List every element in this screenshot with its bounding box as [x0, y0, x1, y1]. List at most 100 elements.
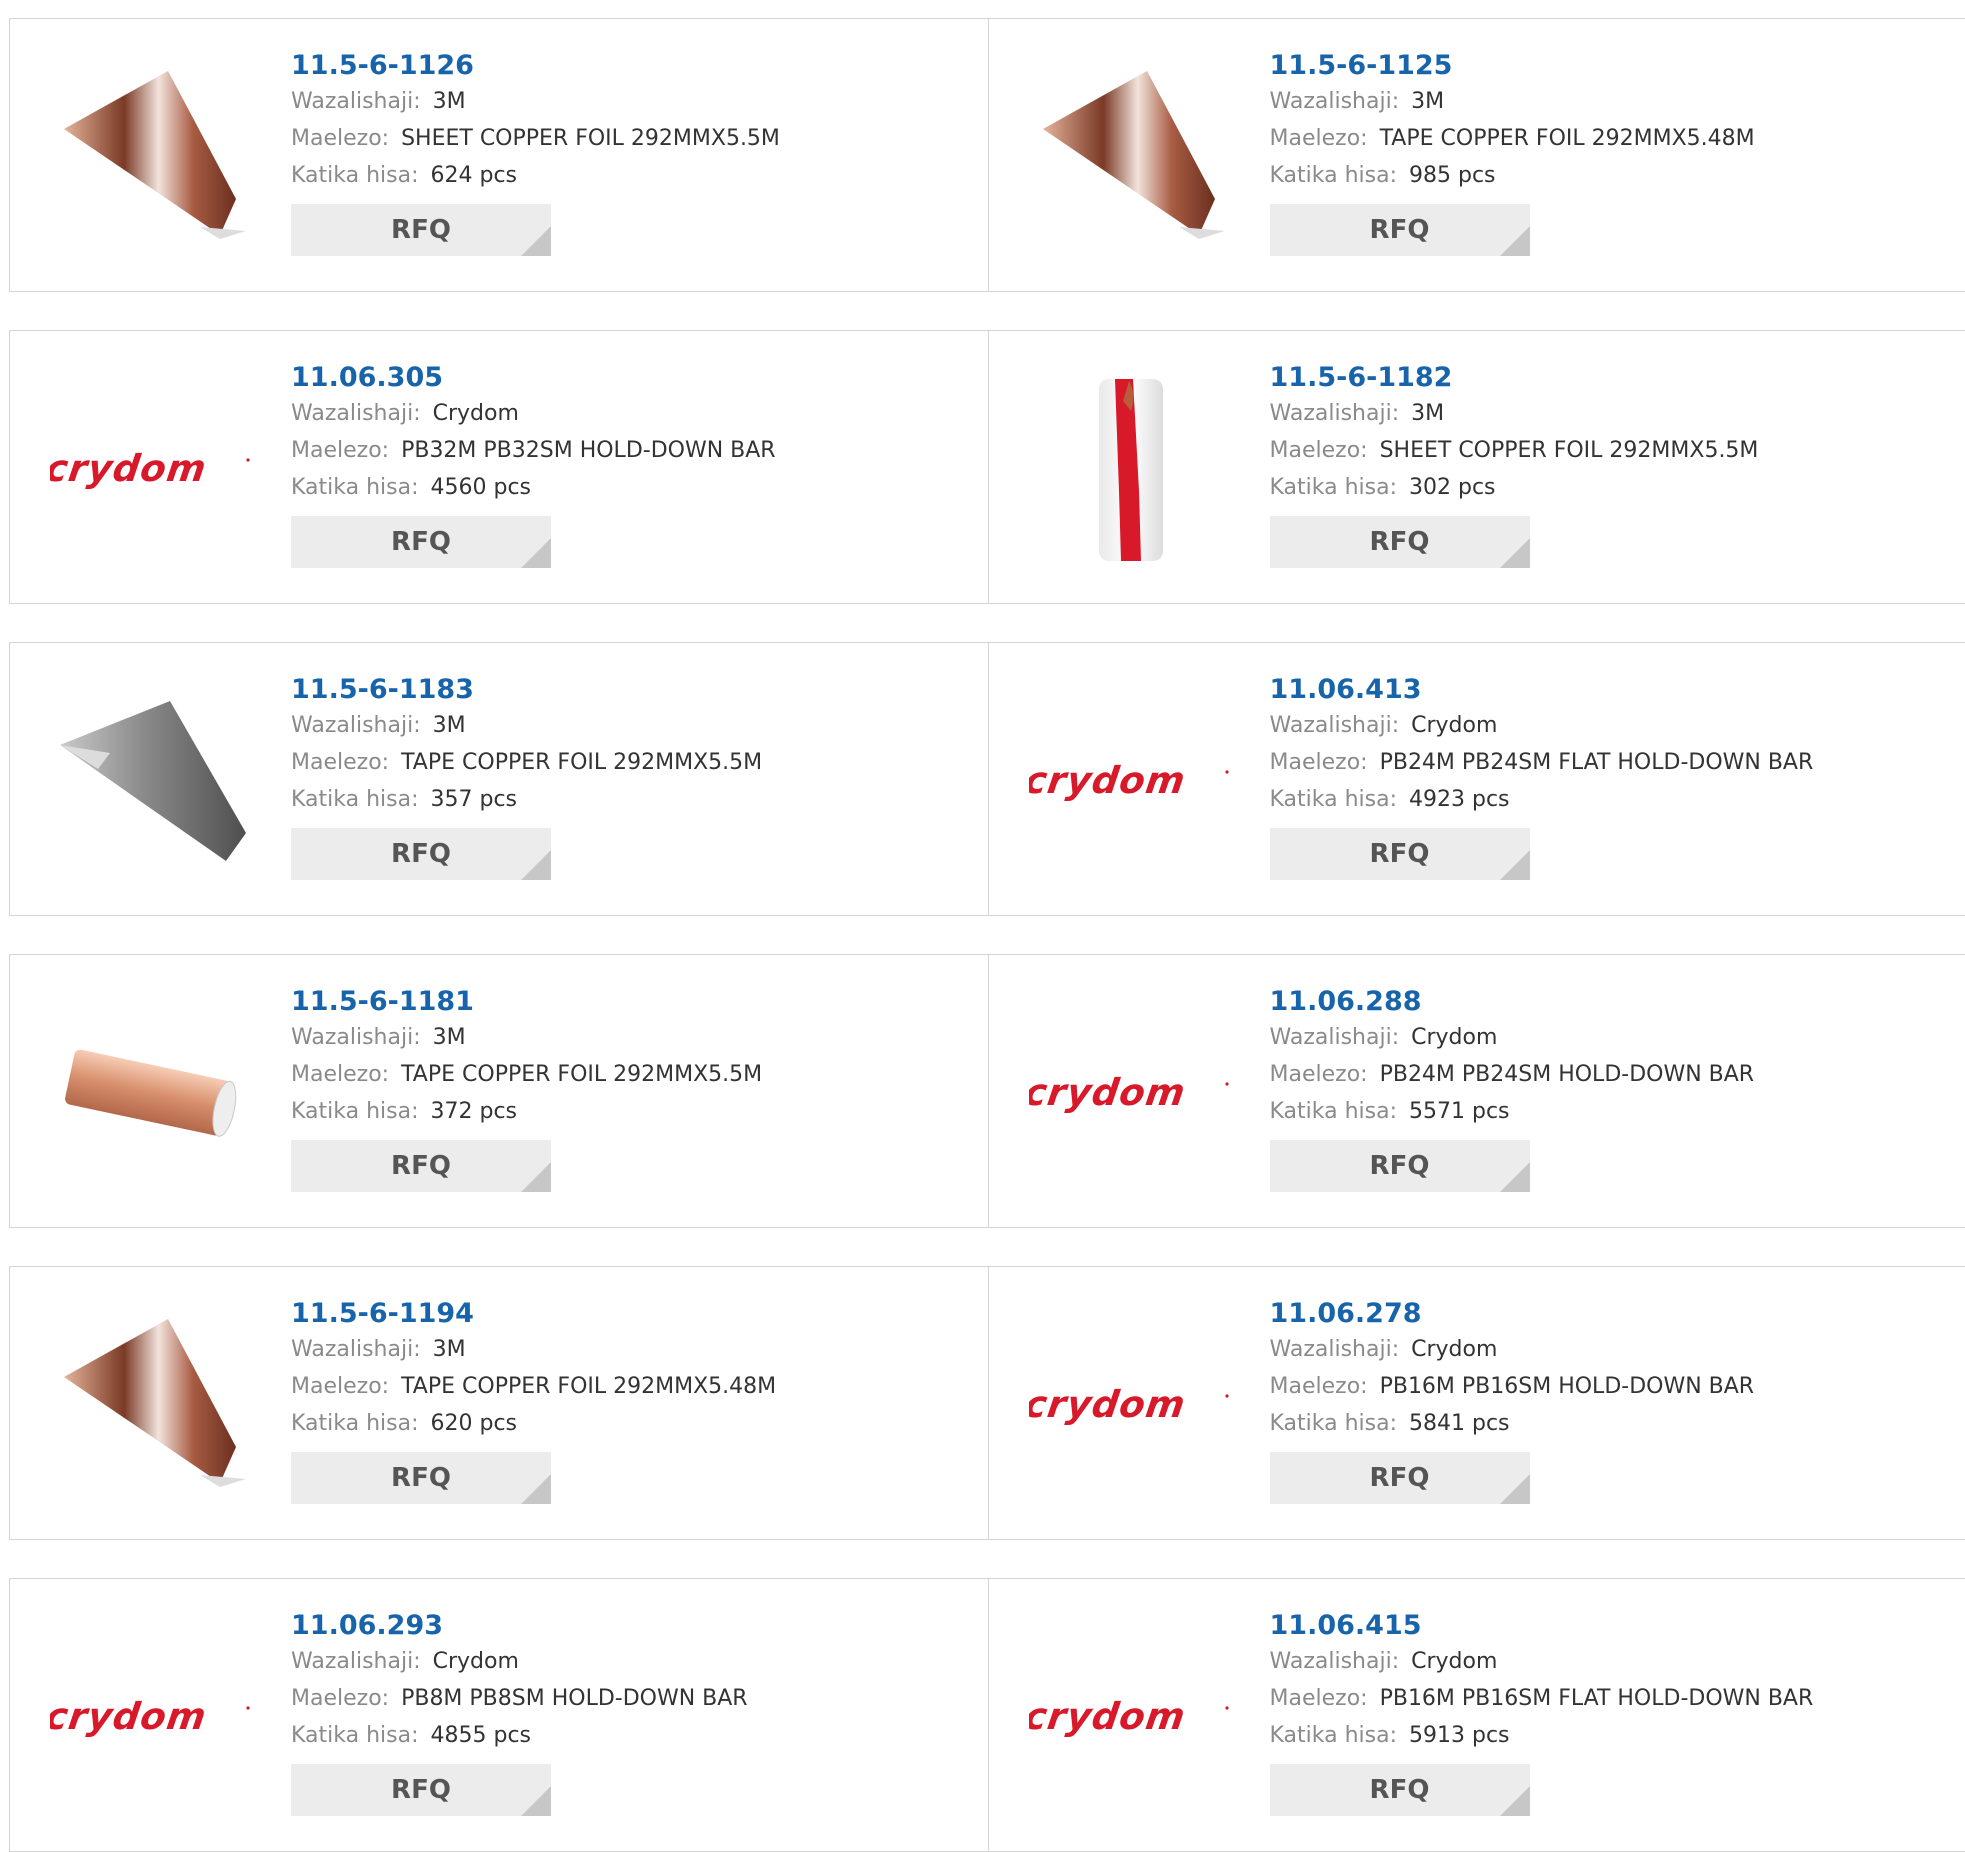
description-label: Maelezo:	[291, 750, 389, 775]
part-number-link[interactable]: 11.5-6-1126	[291, 49, 780, 83]
silver-foil-roll-image[interactable]	[50, 683, 250, 879]
manufacturer-label: Wazalishaji:	[1270, 1649, 1400, 1674]
corner-triangle-icon	[1500, 226, 1530, 256]
stock-label: Katika hisa:	[291, 1099, 419, 1124]
product-info: 11.06.415 Wazalishaji:Crydom Maelezo:PB1…	[1270, 1609, 1814, 1816]
part-number-link[interactable]: 11.5-6-1182	[1270, 361, 1759, 395]
rfq-button[interactable]: RFQ	[1270, 1764, 1530, 1816]
product-grid: 11.5-6-1126 Wazalishaji:3M Maelezo:SHEET…	[0, 0, 1965, 1840]
rfq-label: RFQ	[1370, 1151, 1430, 1181]
rfq-label: RFQ	[1370, 1775, 1430, 1805]
part-number-link[interactable]: 11.5-6-1181	[291, 985, 762, 1019]
stock-label: Katika hisa:	[1270, 475, 1398, 500]
red-white-roll-image[interactable]	[1029, 371, 1229, 567]
corner-triangle-icon	[521, 1786, 551, 1816]
description-row: Maelezo:TAPE COPPER FOIL 292MMX5.48M	[291, 1368, 776, 1405]
product-info: 11.5-6-1125 Wazalishaji:3M Maelezo:TAPE …	[1270, 49, 1755, 256]
copper-foil-roll-image[interactable]	[50, 59, 250, 255]
stock-value: 620 pcs	[431, 1411, 518, 1436]
crydom-logo[interactable]: crydom	[1029, 1307, 1229, 1503]
crydom-logo[interactable]: crydom	[50, 1619, 250, 1815]
product-row: 11.5-6-1183 Wazalishaji: 3M Maelezo:TAPE …	[9, 642, 1965, 916]
manufacturer-row: Wazalishaji:Crydom	[291, 1643, 748, 1680]
crydom-logo-text: crydom	[1029, 1382, 1189, 1426]
manufacturer-label: Wazalishaji:	[291, 89, 421, 114]
corner-triangle-icon	[1500, 1162, 1530, 1192]
corner-triangle-icon	[521, 1474, 551, 1504]
copper-foil-roll-image[interactable]	[50, 1307, 250, 1503]
part-number-link[interactable]: 11.06.413	[1270, 673, 1814, 707]
part-number-link[interactable]: 11.5-6-1183	[291, 673, 762, 707]
stock-row: Katika hisa:4560 pcs	[291, 469, 776, 506]
rfq-button[interactable]: RFQ	[1270, 1140, 1530, 1192]
description-row: Maelezo:TAPE COPPER FOIL 292MMX5.5M	[291, 744, 762, 781]
product-card: 11.5-6-1194 Wazalishaji:3M Maelezo:TAPE …	[10, 1267, 988, 1539]
rfq-button[interactable]: RFQ	[291, 1452, 551, 1504]
crydom-logo-text: crydom	[1029, 758, 1189, 802]
description-label: Maelezo:	[1270, 1686, 1368, 1711]
part-number-link[interactable]: 11.5-6-1125	[1270, 49, 1755, 83]
corner-triangle-icon	[1500, 1786, 1530, 1816]
rfq-button[interactable]: RFQ	[1270, 204, 1530, 256]
stock-label: Katika hisa:	[1270, 1411, 1398, 1436]
description-value: PB32M PB32SM HOLD-DOWN BAR	[401, 438, 776, 463]
description-value: TAPE COPPER FOIL 292MMX5.5M	[401, 1062, 762, 1087]
description-row: Maelezo:TAPE COPPER FOIL 292MMX5.5M	[291, 1056, 762, 1093]
product-card: crydom 11.06.415 Wazalishaji:Crydom Mael…	[988, 1579, 1965, 1851]
product-row: 11.5-6-1181 Wazalishaji:3M Maelezo:TAPE …	[9, 954, 1965, 1228]
product-info: 11.06.288 Wazalishaji:Crydom Maelezo:PB2…	[1270, 985, 1755, 1192]
rfq-button[interactable]: RFQ	[291, 1764, 551, 1816]
stock-label: Katika hisa:	[291, 1411, 419, 1436]
manufacturer-value: 3M	[433, 713, 466, 738]
manufacturer-label: Wazalishaji:	[291, 1337, 421, 1362]
rfq-button[interactable]: RFQ	[291, 828, 551, 880]
manufacturer-label: Wazalishaji:	[291, 713, 421, 738]
manufacturer-row: Wazalishaji: 3M	[291, 707, 762, 744]
stock-label: Katika hisa:	[1270, 1723, 1398, 1748]
description-value: PB8M PB8SM HOLD-DOWN BAR	[401, 1686, 748, 1711]
stock-value: 985 pcs	[1409, 163, 1496, 188]
stock-value: 5913 pcs	[1409, 1723, 1510, 1748]
rfq-button[interactable]: RFQ	[291, 1140, 551, 1192]
rfq-label: RFQ	[391, 215, 451, 245]
rfq-button[interactable]: RFQ	[291, 204, 551, 256]
crydom-logo[interactable]: crydom	[1029, 1619, 1229, 1815]
part-number-link[interactable]: 11.5-6-1194	[291, 1297, 776, 1331]
part-number-link[interactable]: 11.06.305	[291, 361, 776, 395]
description-label: Maelezo:	[291, 1374, 389, 1399]
product-row: crydom 11.06.293 Wazalishaji:Crydom Mael…	[9, 1578, 1965, 1852]
description-value: TAPE COPPER FOIL 292MMX5.48M	[1380, 126, 1755, 151]
rfq-button[interactable]: RFQ	[1270, 828, 1530, 880]
copper-foil-roll-image[interactable]	[1029, 59, 1229, 255]
rfq-button[interactable]: RFQ	[291, 516, 551, 568]
crydom-logo[interactable]: crydom	[50, 371, 250, 567]
copper-tape-tube-image[interactable]	[50, 995, 250, 1191]
product-row: crydom 11.06.305 Wazalishaji:Crydom Mael…	[9, 330, 1965, 604]
part-number-link[interactable]: 11.06.293	[291, 1609, 748, 1643]
corner-triangle-icon	[521, 850, 551, 880]
crydom-logo[interactable]: crydom	[1029, 995, 1229, 1191]
description-row: Maelezo:PB32M PB32SM HOLD-DOWN BAR	[291, 432, 776, 469]
manufacturer-value: 3M	[1411, 401, 1444, 426]
product-info: 11.5-6-1126 Wazalishaji:3M Maelezo:SHEET…	[291, 49, 780, 256]
description-row: Maelezo:PB16M PB16SM HOLD-DOWN BAR	[1270, 1368, 1755, 1405]
manufacturer-row: Wazalishaji:Crydom	[1270, 1643, 1814, 1680]
manufacturer-label: Wazalishaji:	[291, 401, 421, 426]
stock-value: 624 pcs	[431, 163, 518, 188]
rfq-button[interactable]: RFQ	[1270, 516, 1530, 568]
corner-triangle-icon	[521, 538, 551, 568]
manufacturer-value: 3M	[433, 89, 466, 114]
part-number-link[interactable]: 11.06.288	[1270, 985, 1755, 1019]
description-label: Maelezo:	[1270, 750, 1368, 775]
part-number-link[interactable]: 11.06.278	[1270, 1297, 1755, 1331]
crydom-logo[interactable]: crydom	[1029, 683, 1229, 879]
product-info: 11.5-6-1183 Wazalishaji: 3M Maelezo:TAPE …	[291, 673, 762, 880]
stock-value: 4923 pcs	[1409, 787, 1510, 812]
description-value: PB24M PB24SM HOLD-DOWN BAR	[1380, 1062, 1755, 1087]
stock-row: Katika hisa:5571 pcs	[1270, 1093, 1755, 1130]
manufacturer-value: Crydom	[1411, 713, 1497, 738]
part-number-link[interactable]: 11.06.415	[1270, 1609, 1814, 1643]
rfq-button[interactable]: RFQ	[1270, 1452, 1530, 1504]
rfq-label: RFQ	[391, 527, 451, 557]
manufacturer-label: Wazalishaji:	[1270, 401, 1400, 426]
